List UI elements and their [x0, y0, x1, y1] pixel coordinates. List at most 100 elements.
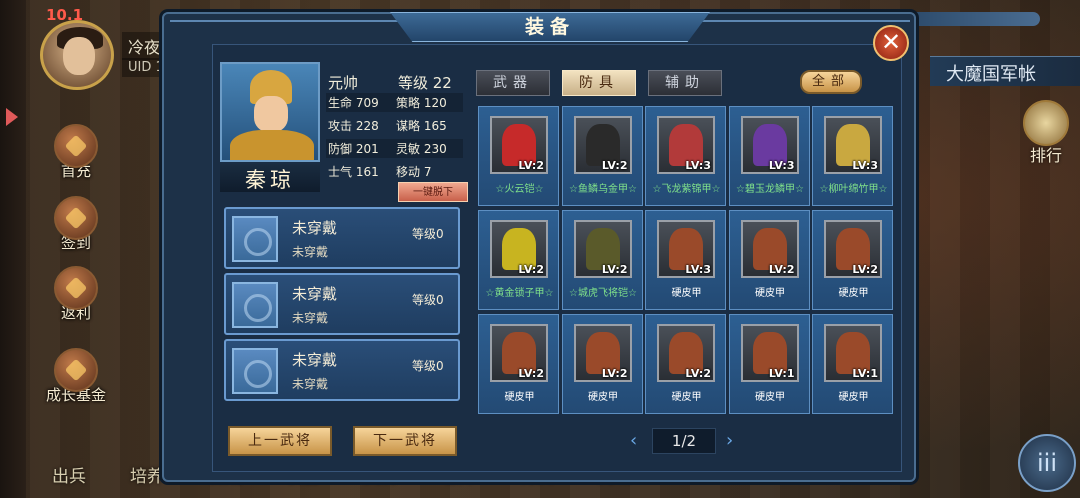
empty-slot-icon [232, 216, 278, 262]
item-name: ☆鱼鳞乌金甲☆ [569, 184, 637, 195]
armor-item-cell[interactable]: LV:3 硬皮甲 [645, 210, 726, 310]
armor-item-cell[interactable]: LV:2 ☆黄金锁子甲☆ [478, 210, 559, 310]
slot-subtitle: 未穿戴 [292, 245, 329, 259]
item-name: 硬皮甲 [838, 288, 869, 299]
filter-all-button[interactable]: 全部 [800, 70, 862, 94]
item-level: LV:2 [518, 263, 544, 276]
armor-item-cell[interactable]: LV:1 硬皮甲 [728, 314, 810, 414]
stat-row: 生命 709 策略 120 [326, 93, 463, 112]
calendar-icon [54, 196, 98, 240]
hero-face [254, 96, 288, 132]
item-name: 硬皮甲 [755, 288, 785, 299]
hero-armor [230, 130, 314, 160]
unequip-all-button[interactable]: 一键脱下 [398, 182, 468, 202]
rebate-button[interactable]: 返利 [44, 266, 108, 323]
armor-icon: LV:2 [824, 220, 882, 278]
hero-name: 秦琼 [220, 164, 320, 192]
armor-item-cell[interactable]: LV:2 ☆城虎飞将铠☆ [561, 210, 643, 310]
armor-icon: LV:3 [740, 116, 799, 174]
armor-icon: LV:3 [824, 116, 882, 174]
armor-item-cell[interactable]: LV:3 ☆碧玉龙鳞甲☆ [728, 106, 810, 206]
item-level: LV:3 [685, 263, 711, 276]
armor-item-cell[interactable]: LV:2 硬皮甲 [645, 314, 726, 414]
armor-icon: LV:2 [573, 324, 632, 382]
armor-item-cell[interactable]: LV:2 硬皮甲 [561, 314, 643, 414]
armor-item-cell[interactable]: LV:3 ☆飞龙紫锦甲☆ [645, 106, 726, 206]
stat-row: 攻击 228 谋略 165 [326, 116, 463, 135]
item-name: 硬皮甲 [671, 288, 702, 299]
first-recharge-button[interactable]: 首充 [44, 124, 108, 181]
item-level: LV:2 [518, 367, 544, 380]
stat-move: 移动 7 [396, 165, 432, 179]
nav-dispatch[interactable]: 出兵 [40, 462, 98, 498]
slot-title: 未穿戴 [292, 351, 338, 369]
next-general-button[interactable]: 下一武将 [353, 426, 457, 456]
slot-level: 等级0 [412, 293, 444, 307]
armor-icon: LV:2 [573, 220, 632, 278]
armor-icon: LV:1 [740, 324, 799, 382]
next-page-icon[interactable]: › [726, 430, 733, 451]
menu-button[interactable]: iii [1018, 434, 1076, 492]
item-grid: LV:2 ☆火云铠☆ LV:2 ☆鱼鳞乌金甲☆ LV:3 ☆飞龙紫锦甲☆ LV:3 ☆碧玉龙鳞… [478, 106, 894, 414]
equip-slot[interactable]: 未穿戴 未穿戴 等级0 [224, 207, 460, 269]
item-level: LV:2 [601, 367, 628, 380]
stat-attack: 攻击 228 [328, 119, 379, 133]
empty-slot-icon [232, 348, 278, 394]
item-name: 硬皮甲 [755, 392, 785, 403]
sign-in-button[interactable]: 签到 [44, 196, 108, 253]
rank-button[interactable]: 排行 [1018, 100, 1074, 166]
armor-item-cell[interactable]: LV:2 硬皮甲 [812, 210, 893, 310]
armor-item-cell[interactable]: LV:2 硬皮甲 [728, 210, 810, 310]
item-level: LV:2 [768, 263, 795, 276]
equip-slot[interactable]: 未穿戴 未穿戴 等级0 [224, 273, 460, 335]
armor-icon: LV:2 [490, 220, 548, 278]
item-level: LV:2 [601, 263, 628, 276]
slot-subtitle: 未穿戴 [292, 377, 329, 391]
item-name: ☆黄金锁子甲☆ [485, 288, 554, 299]
hero-stats: 生命 709 策略 120 攻击 228 谋略 165 防御 201 灵敏 230 士… [326, 93, 463, 185]
hero-portrait [220, 62, 320, 162]
tab-assist[interactable]: 辅助 [648, 70, 722, 96]
stat-row: 防御 201 灵敏 230 [326, 139, 463, 158]
item-name: ☆碧玉龙鳞甲☆ [736, 184, 804, 195]
stat-row: 士气 161 移动 7 [326, 162, 463, 181]
armor-item-cell[interactable]: LV:2 硬皮甲 [478, 314, 559, 414]
hero-rank: 元帅 [328, 74, 359, 92]
item-name: ☆火云铠☆ [495, 184, 544, 195]
armor-icon: LV:2 [657, 324, 715, 382]
item-level: LV:1 [768, 367, 795, 380]
hero-level: 等级 22 [398, 74, 452, 92]
prev-page-icon[interactable]: ‹ [630, 430, 637, 451]
item-level: LV:3 [852, 159, 878, 172]
armor-icon: LV:2 [573, 116, 632, 174]
close-icon[interactable]: ✕ [873, 25, 909, 61]
item-level: LV:2 [601, 159, 628, 172]
item-name: 硬皮甲 [588, 392, 618, 403]
player-avatar[interactable] [40, 20, 114, 90]
prev-general-button[interactable]: 上一武将 [228, 426, 332, 456]
stat-agility: 灵敏 230 [396, 142, 447, 156]
window-title: 装备 [390, 12, 710, 42]
item-level: LV:2 [518, 159, 544, 172]
armor-item-cell[interactable]: LV:2 ☆火云铠☆ [478, 106, 559, 206]
armor-item-cell[interactable]: LV:2 ☆鱼鳞乌金甲☆ [561, 106, 643, 206]
empty-slot-icon [232, 282, 278, 328]
item-name: 硬皮甲 [504, 392, 535, 403]
armor-icon: LV:2 [490, 116, 548, 174]
left-edge-bar [0, 0, 26, 498]
armor-item-cell[interactable]: LV:1 硬皮甲 [812, 314, 893, 414]
tab-armor[interactable]: 防具 [562, 70, 636, 96]
item-level: LV:3 [768, 159, 795, 172]
item-name: 硬皮甲 [671, 392, 702, 403]
expand-arrow-icon[interactable] [6, 108, 18, 126]
rebate-icon [54, 266, 98, 310]
equip-slot[interactable]: 未穿戴 未穿戴 等级0 [224, 339, 460, 401]
top-right-bar [900, 12, 1040, 26]
growth-fund-button[interactable]: 成长基金 [40, 348, 112, 405]
camp-title: 大魔国军帐 [930, 56, 1080, 86]
tab-weapon[interactable]: 武器 [476, 70, 550, 96]
item-name: 硬皮甲 [838, 392, 869, 403]
item-level: LV:1 [852, 367, 878, 380]
rank-icon [1023, 100, 1069, 146]
armor-item-cell[interactable]: LV:3 ☆柳叶绵竹甲☆ [812, 106, 893, 206]
